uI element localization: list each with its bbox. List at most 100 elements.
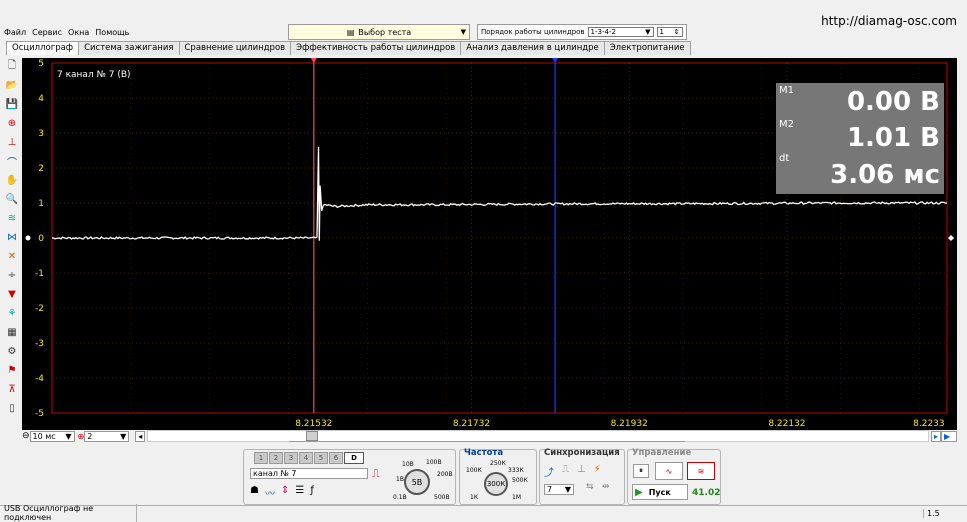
menu-file[interactable]: Файл xyxy=(4,28,26,37)
frequency-knob[interactable]: 300К xyxy=(484,472,508,496)
y-tick-label: -4 xyxy=(35,374,44,384)
channel-d-button[interactable]: D xyxy=(344,452,364,464)
freq-label-500k: 500К xyxy=(512,477,528,484)
sync-auto-icon[interactable]: ⚡ xyxy=(594,464,601,479)
table-icon[interactable]: ▦ xyxy=(4,324,20,340)
frequency-title: Частота xyxy=(464,448,504,458)
status-text: USB Осциллограф не подключен xyxy=(0,504,137,522)
frequency-group: Частота 300К 100К 250К 333К 500К 1М 1К xyxy=(459,448,537,505)
channel-tools: ☗ 〰 ⇕ ☰ ƒ xyxy=(250,485,314,500)
channel-settings-icon[interactable]: ⎍ xyxy=(372,467,380,481)
play-icon: ▶ xyxy=(635,486,643,498)
save-icon[interactable]: 💾 xyxy=(4,96,20,112)
lines-icon[interactable]: ☰ xyxy=(295,485,304,500)
zoom-select[interactable]: 2 ▼ xyxy=(84,430,130,442)
ruler-icon[interactable]: ⌒ xyxy=(4,153,20,169)
flag-icon[interactable]: ⚑ xyxy=(4,362,20,378)
control-title: Управление xyxy=(632,448,692,458)
channel-buttons: 1 2 3 4 5 6 D xyxy=(254,452,365,464)
sync-swap-icon[interactable]: ⇆ xyxy=(586,482,594,492)
range-label-10v: 10В xyxy=(402,461,414,468)
m2-value: 1.01 В xyxy=(846,123,940,153)
hand-icon[interactable]: ✋ xyxy=(4,172,20,188)
cursor-1-marker xyxy=(310,58,317,63)
tab-cylinder-compare[interactable]: Сравнение цилиндров xyxy=(178,41,292,55)
frequency-knob-value: 300К xyxy=(486,480,506,488)
sync-modes: ⤴ ⎍ ⊥ ⚡ xyxy=(544,464,601,479)
channel-3-button[interactable]: 3 xyxy=(284,452,298,464)
sync-channel-select[interactable]: 7 ▼ xyxy=(544,484,574,495)
auto-settings-icon[interactable]: ⚙ xyxy=(4,343,20,359)
channel-1-button[interactable]: 1 xyxy=(254,452,268,464)
continuous-wave-button[interactable]: ≋ xyxy=(687,462,715,480)
y-tick-label: -5 xyxy=(35,409,44,419)
page-icon[interactable]: ▯ xyxy=(4,400,20,416)
tab-oscilloscope[interactable]: Осциллограф xyxy=(6,41,80,55)
waveform-filter-icon[interactable]: ✕ xyxy=(4,248,20,264)
y-tick-label: 5 xyxy=(38,59,44,69)
sync-edge-icon[interactable]: ⊥ xyxy=(577,464,586,479)
open-folder-icon[interactable]: 📂 xyxy=(4,77,20,93)
cursor-measure-icon[interactable]: ⊥ xyxy=(4,134,20,150)
tab-ignition[interactable]: Система зажигания xyxy=(78,41,180,55)
timebase-select[interactable]: 10 мс ▼ xyxy=(29,430,75,442)
function-icon[interactable]: ƒ xyxy=(310,485,314,500)
split-icon[interactable]: ÷ xyxy=(4,267,20,283)
channel-2-button[interactable]: 2 xyxy=(269,452,283,464)
pattern-icon[interactable]: ⚘ xyxy=(4,305,20,321)
tab-pressure-analysis[interactable]: Анализ давления в цилиндре xyxy=(460,41,605,55)
auto-scale-icon[interactable]: ⊕ xyxy=(4,115,20,131)
measurement-panel: M1 0.00 В M2 1.01 В dt 3.06 мс xyxy=(776,83,944,194)
play-right-button[interactable]: ▶ xyxy=(941,430,957,442)
status-version: 1.5 xyxy=(923,508,967,518)
signal-icon[interactable]: 〰 xyxy=(265,485,275,500)
waveform-overlay-icon[interactable]: ≋ xyxy=(4,210,20,226)
menu-help[interactable]: Помощь xyxy=(95,28,129,37)
channel-name-field[interactable]: канал № 7 xyxy=(250,468,368,479)
menu-windows[interactable]: Окна xyxy=(68,28,89,37)
cylinder-order-label: Порядок работы цилиндров xyxy=(481,28,585,36)
y-tick-label: 4 xyxy=(38,94,44,104)
zero-offset-icon[interactable]: ⊼ xyxy=(4,381,20,397)
menu-service[interactable]: Сервис xyxy=(32,28,62,37)
tab-power-supply[interactable]: Электропитание xyxy=(603,41,691,55)
scroll-left-button[interactable]: ◂ xyxy=(135,430,146,442)
y-tick-label: -3 xyxy=(35,339,44,349)
y-tick-label: 3 xyxy=(38,129,44,139)
sync-arrows-icon[interactable]: ⇹ xyxy=(602,482,610,492)
pause-button[interactable]: ⏸ xyxy=(633,464,649,478)
m2-label: M2 xyxy=(779,119,794,130)
y-tick-label: -2 xyxy=(35,304,44,314)
probe-icon[interactable]: ☗ xyxy=(250,485,259,500)
test-select[interactable]: ▤ Выбор теста ▼ xyxy=(288,24,470,40)
scroll-position[interactable] xyxy=(289,441,685,447)
sync-falling-icon[interactable]: ⎍ xyxy=(562,464,569,479)
range-label-01v: 0.1В xyxy=(393,494,407,501)
filter-icon[interactable]: ▼ xyxy=(4,286,20,302)
scroll-thumb[interactable] xyxy=(306,431,318,441)
range-label-200v: 200В xyxy=(437,471,453,478)
y-tick-label: 2 xyxy=(38,164,44,174)
sync-rising-icon[interactable]: ⤴ xyxy=(544,464,554,479)
start-label: Пуск xyxy=(648,487,671,497)
cylinder-number-spinner[interactable]: 1 ⇕ xyxy=(656,27,683,37)
sync-group: Синхронизация ⤴ ⎍ ⊥ ⚡ 7 ▼ ⇆ ⇹ xyxy=(539,448,625,505)
start-button[interactable]: ▶ Пуск xyxy=(632,484,688,500)
sync-title: Синхронизация xyxy=(544,448,620,458)
menu-bar: Файл Сервис Окна Помощь xyxy=(0,26,129,38)
range-knob[interactable]: 5В xyxy=(404,469,430,495)
tab-cylinder-efficiency[interactable]: Эффективность работы цилиндров xyxy=(290,41,462,55)
scroll-right-button[interactable]: ▸ xyxy=(931,430,941,442)
test-select-label: Выбор теста xyxy=(358,27,412,37)
tab-bar: Осциллограф Система зажигания Сравнение … xyxy=(6,41,691,55)
zoom-icon[interactable]: 🔍 xyxy=(4,191,20,207)
y-tick-label: 1 xyxy=(38,199,44,209)
vertical-scale-icon[interactable]: ⇕ xyxy=(281,485,289,500)
cylinder-order-select[interactable]: 1-3-4-2 ▼ xyxy=(587,27,654,37)
new-file-icon[interactable]: 🗋 xyxy=(4,58,20,74)
channel-4-button[interactable]: 4 xyxy=(299,452,313,464)
waveform-compare-icon[interactable]: ⋈ xyxy=(4,229,20,245)
channel-5-button[interactable]: 5 xyxy=(314,452,328,464)
channel-6-button[interactable]: 6 xyxy=(329,452,343,464)
single-wave-button[interactable]: ∿ xyxy=(655,462,683,480)
